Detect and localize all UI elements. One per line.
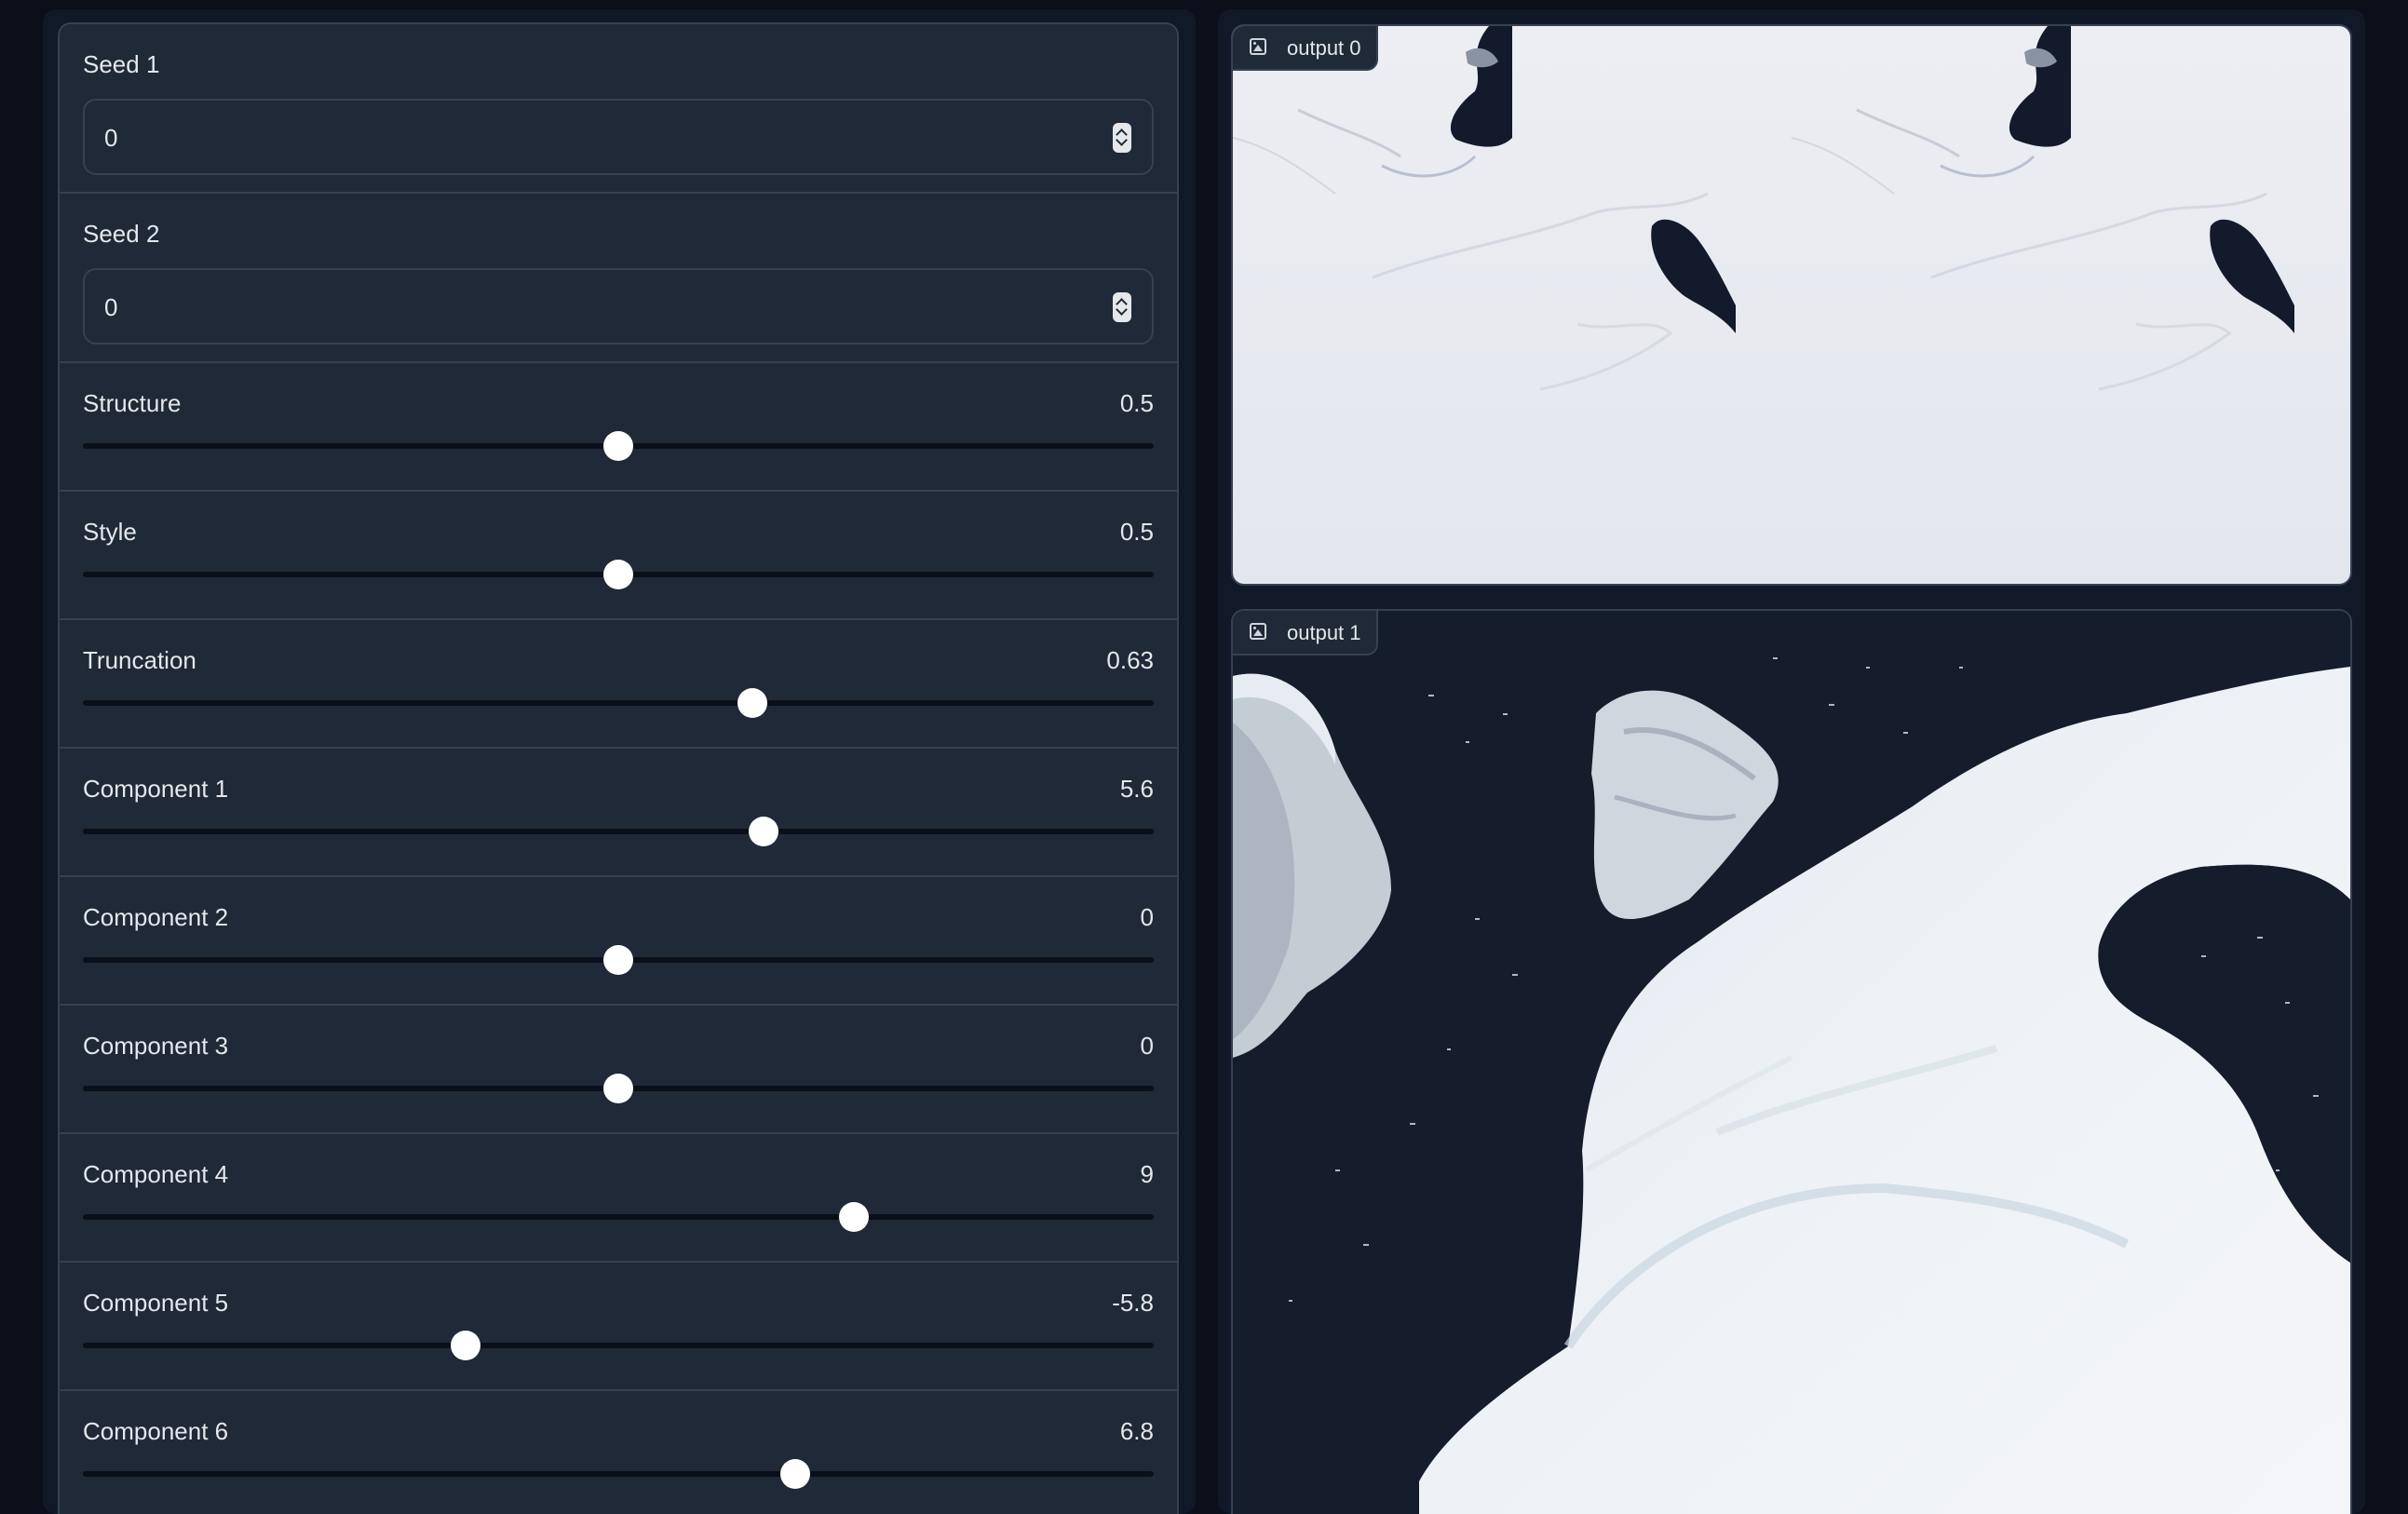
output-label: output 1 <box>1233 611 1378 656</box>
slider-thumb[interactable] <box>603 560 633 589</box>
output-label-text: output 1 <box>1287 621 1361 644</box>
slider-track[interactable] <box>83 945 1154 975</box>
slider-track[interactable] <box>83 688 1154 718</box>
slider-thumb[interactable] <box>450 1331 480 1360</box>
output-label-text: output 0 <box>1287 36 1361 60</box>
output-label: output 0 <box>1233 26 1378 71</box>
slider-component-6: Component 6 6.8 <box>60 1391 1177 1514</box>
seed2-label: Seed 2 <box>83 220 160 248</box>
slider-track[interactable] <box>83 431 1154 461</box>
seed1-value: 0 <box>104 124 118 152</box>
slider-label: Style <box>83 518 137 546</box>
slider-label: Component 5 <box>83 1289 229 1317</box>
slider-value: 0 <box>1140 1032 1154 1060</box>
slider-value: 6.8 <box>1119 1417 1154 1445</box>
slider-component-1: Component 1 5.6 <box>60 749 1177 877</box>
controls-form: Seed 1 0 Seed 2 0 Structure 0.5 Style 0.… <box>58 22 1179 1514</box>
slider-value: 9 <box>1140 1160 1154 1188</box>
seed1-field: Seed 1 0 <box>60 24 1177 194</box>
seed2-field: Seed 2 0 <box>60 194 1177 363</box>
slider-track[interactable] <box>83 560 1154 589</box>
seed2-input[interactable]: 0 <box>83 268 1154 345</box>
slider-thumb[interactable] <box>603 945 633 975</box>
slider-label: Component 6 <box>83 1417 229 1445</box>
slider-label: Component 1 <box>83 775 229 803</box>
slider-track[interactable] <box>83 1459 1154 1489</box>
slider-track[interactable] <box>83 1331 1154 1360</box>
slider-label: Component 2 <box>83 903 229 931</box>
slider-value: 0 <box>1140 903 1154 931</box>
slider-component-2: Component 2 0 <box>60 877 1177 1006</box>
slider-value: -5.8 <box>1112 1289 1154 1317</box>
slider-label: Structure <box>83 389 182 417</box>
ice-sheet-image <box>1233 26 2350 584</box>
slider-structure: Structure 0.5 <box>60 363 1177 492</box>
seed1-input[interactable]: 0 <box>83 99 1154 175</box>
seed2-stepper-icon[interactable] <box>1113 292 1131 322</box>
slider-value: 5.6 <box>1119 775 1154 803</box>
slider-thumb[interactable] <box>749 817 779 846</box>
slider-label: Component 4 <box>83 1160 229 1188</box>
sea-ice-image <box>1233 611 2350 1514</box>
seed1-stepper-icon[interactable] <box>1113 123 1131 153</box>
slider-component-5: Component 5 -5.8 <box>60 1263 1177 1391</box>
slider-thumb[interactable] <box>779 1459 810 1489</box>
slider-value: 0.63 <box>1106 646 1154 674</box>
output-image-1[interactable]: output 1 <box>1231 609 2352 1514</box>
slider-thumb[interactable] <box>737 688 767 718</box>
slider-truncation: Truncation 0.63 <box>60 620 1177 749</box>
output-image-0[interactable]: output 0 <box>1231 24 2352 586</box>
slider-thumb[interactable] <box>603 1074 633 1103</box>
seed2-value: 0 <box>104 293 118 321</box>
slider-thumb[interactable] <box>603 431 633 461</box>
slider-label: Component 3 <box>83 1032 229 1060</box>
slider-track[interactable] <box>83 1074 1154 1103</box>
slider-thumb[interactable] <box>839 1202 869 1232</box>
slider-value: 0.5 <box>1119 518 1154 546</box>
slider-label: Truncation <box>83 646 196 674</box>
image-icon <box>1250 38 1266 55</box>
image-icon <box>1250 623 1266 640</box>
slider-component-3: Component 3 0 <box>60 1006 1177 1134</box>
slider-style: Style 0.5 <box>60 492 1177 620</box>
slider-component-4: Component 4 9 <box>60 1134 1177 1263</box>
slider-value: 0.5 <box>1119 389 1154 417</box>
slider-track[interactable] <box>83 1202 1154 1232</box>
slider-track[interactable] <box>83 817 1154 846</box>
seed1-label: Seed 1 <box>83 50 160 78</box>
